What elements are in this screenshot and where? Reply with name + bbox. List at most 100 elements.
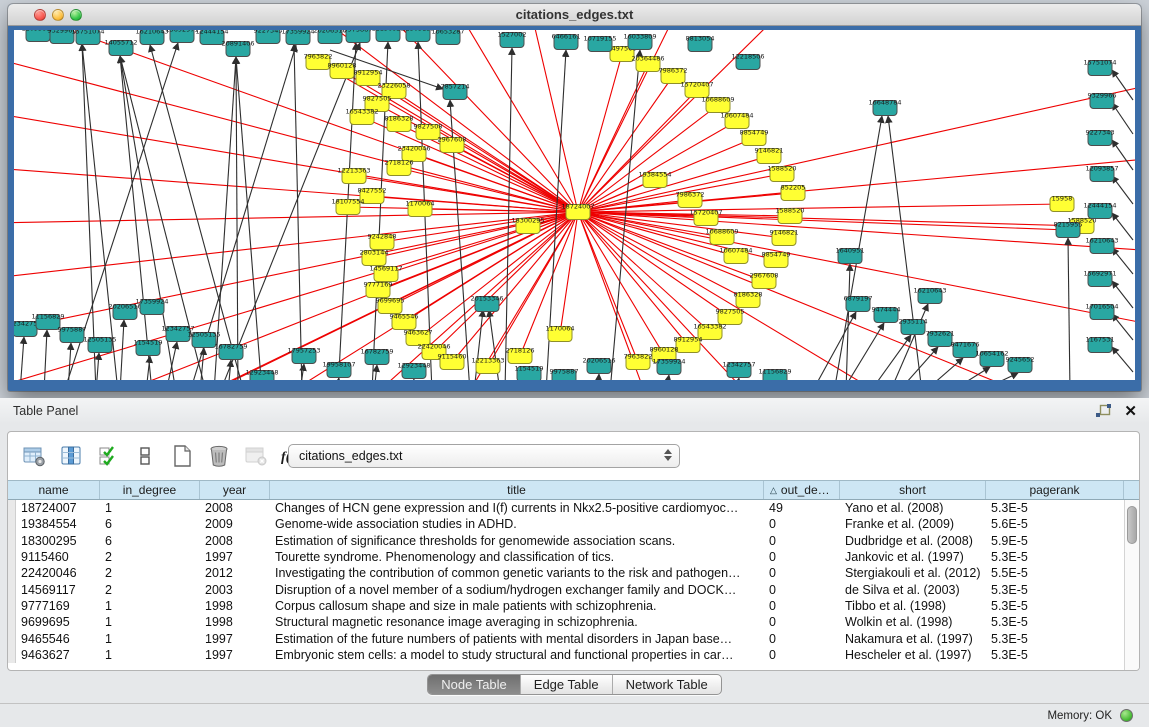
table-cell[interactable]: 2008 (200, 501, 270, 515)
table-cell[interactable]: 6 (100, 517, 200, 531)
table-cell[interactable]: 5.3E-5 (986, 632, 1124, 646)
table-cell[interactable]: 2 (100, 550, 200, 564)
graph-node[interactable]: 11156829 (371, 30, 404, 42)
table-cell[interactable]: 5.3E-5 (986, 648, 1124, 662)
graph-node[interactable]: 12505135 (83, 336, 116, 353)
graph-node[interactable]: 12923448 (397, 362, 430, 379)
graph-node[interactable]: 6466161 (552, 33, 581, 50)
graph-node[interactable]: 9474444 (872, 306, 901, 323)
table-row[interactable]: 1456911722003Disruption of a novel membe… (8, 581, 1139, 597)
table-row[interactable]: 946554611997Estimation of the future num… (8, 630, 1139, 646)
graph-node[interactable]: 10607484 (720, 112, 753, 129)
table-row[interactable]: 1830029562008Estimation of significance … (8, 533, 1139, 549)
column-header-name[interactable]: name (8, 481, 100, 499)
tab-edge-table[interactable]: Edge Table (520, 675, 612, 694)
graph-node[interactable]: 852205 (781, 184, 806, 201)
table-row[interactable]: 946362711997Embryonic stem cells: a mode… (8, 647, 1139, 663)
graph-node[interactable]: 9227343 (254, 30, 283, 44)
column-header-title[interactable]: title (270, 481, 764, 499)
graph-node[interactable]: 9227343 (1086, 129, 1115, 146)
table-cell[interactable]: 9463627 (16, 648, 100, 662)
graph-node[interactable]: 20153346 (470, 295, 503, 312)
table-cell[interactable]: Franke et al. (2009) (840, 517, 986, 531)
table-cell[interactable]: Genome-wide association studies in ADHD. (270, 517, 764, 531)
new-table-icon[interactable] (169, 443, 195, 469)
graph-node[interactable]: 10653287 (431, 30, 464, 45)
network-canvas[interactable]: 7963822896012889129542322605898275051654… (14, 30, 1135, 380)
table-cell[interactable]: Estimation of significance thresholds fo… (270, 534, 764, 548)
table-cell[interactable]: 14569117 (16, 583, 100, 597)
graph-node[interactable]: 1167531 (1086, 336, 1115, 353)
graph-node[interactable]: 12093857 (1085, 165, 1118, 182)
graph-node[interactable]: 10719155 (583, 35, 616, 52)
table-cell[interactable]: Stergiakouli et al. (2012) (840, 566, 986, 580)
graph-node[interactable]: 18724007 (561, 203, 594, 220)
graph-node[interactable]: 2718126 (385, 159, 414, 176)
graph-node[interactable]: 9329966 (1088, 92, 1117, 109)
graph-node[interactable]: 1154519 (515, 365, 544, 381)
graph-node[interactable]: 15751074 (71, 30, 104, 45)
tab-network-table[interactable]: Network Table (612, 675, 721, 694)
table-cell[interactable]: 2 (100, 583, 200, 597)
table-cell[interactable]: 0 (764, 599, 840, 613)
table-row[interactable]: 977716911998Corpus callosum shape and si… (8, 598, 1139, 614)
graph-node[interactable]: 16210643 (135, 30, 168, 45)
graph-node[interactable]: 2935114 (899, 318, 928, 335)
graph-node[interactable]: 12342757 (722, 361, 755, 378)
graph-node[interactable]: 16210643 (913, 287, 946, 304)
graph-node[interactable]: 7857214 (441, 83, 470, 100)
table-cell[interactable]: 1998 (200, 599, 270, 613)
graph-node[interactable]: 10688609 (701, 96, 734, 113)
table-cell[interactable]: 1997 (200, 632, 270, 646)
table-cell[interactable]: 18300295 (16, 534, 100, 548)
graph-node[interactable]: 16543382 (345, 108, 378, 125)
graph-node[interactable]: 1588520 (768, 165, 797, 182)
table-row[interactable]: 1938455462009Genome-wide association stu… (8, 516, 1139, 532)
column-header-pagerank[interactable]: pagerank (986, 481, 1124, 499)
graph-node[interactable]: 1154519 (134, 339, 163, 356)
graph-node[interactable]: 8215955 (1054, 221, 1083, 238)
graph-node[interactable]: 16210643 (1085, 237, 1118, 254)
table-cell[interactable]: Yano et al. (2008) (840, 501, 986, 515)
graph-node[interactable]: 18300295 (511, 217, 544, 234)
table-row[interactable]: 2242004622012Investigating the contribut… (8, 565, 1139, 581)
tab-node-table[interactable]: Node Table (428, 675, 520, 694)
table-cell[interactable]: Wolkin et al. (1998) (840, 615, 986, 629)
graph-node[interactable]: 20891406 (221, 40, 254, 57)
graph-node[interactable]: 10654162 (975, 350, 1008, 367)
row-height-icon[interactable] (132, 443, 158, 469)
graph-node[interactable]: 12213363 (471, 357, 504, 374)
graph-node[interactable]: 1527002 (498, 31, 527, 48)
table-cell[interactable]: 9699695 (16, 615, 100, 629)
table-cell[interactable]: 0 (764, 517, 840, 531)
table-cell[interactable]: Corpus callosum shape and size in male p… (270, 599, 764, 613)
delete-table-icon[interactable] (206, 443, 232, 469)
graph-node[interactable]: 17016504 (1085, 303, 1118, 320)
network-graph[interactable]: 7963822896012889129542322605898275051654… (14, 30, 1135, 380)
table-cell[interactable]: Investigating the contribution of common… (270, 566, 764, 580)
graph-node[interactable]: 10607484 (719, 247, 752, 264)
select-rows-icon[interactable] (95, 443, 121, 469)
graph-node[interactable]: 20206516 (313, 30, 346, 44)
table-cell[interactable]: Jankovic et al. (1997) (840, 550, 986, 564)
graph-node[interactable]: 10688609 (705, 228, 738, 245)
column-header-out_de[interactable]: △out_de… (764, 481, 840, 499)
column-header-short[interactable]: short (840, 481, 986, 499)
table-cell[interactable]: 1 (100, 632, 200, 646)
graph-node[interactable]: 2967608 (750, 272, 779, 289)
graph-node[interactable]: 9115460 (438, 353, 467, 370)
table-cell[interactable]: 0 (764, 648, 840, 662)
table-cell[interactable]: 18724007 (16, 501, 100, 515)
graph-node[interactable]: 9146821 (770, 229, 799, 246)
graph-node[interactable]: 17957253 (287, 347, 320, 364)
import-table-icon[interactable] (243, 443, 269, 469)
table-cell[interactable]: 5.5E-5 (986, 566, 1124, 580)
table-cell[interactable]: 0 (764, 550, 840, 564)
graph-node[interactable]: 9242848 (368, 233, 397, 250)
table-cell[interactable]: Changes of HCN gene expression and I(f) … (270, 501, 764, 515)
table-cell[interactable]: de Silva et al. (2003) (840, 583, 986, 597)
table-cell[interactable]: 0 (764, 566, 840, 580)
table-cell[interactable]: 9777169 (16, 599, 100, 613)
graph-node[interactable]: 9777169 (364, 281, 393, 298)
table-cell[interactable]: 5.3E-5 (986, 501, 1124, 515)
